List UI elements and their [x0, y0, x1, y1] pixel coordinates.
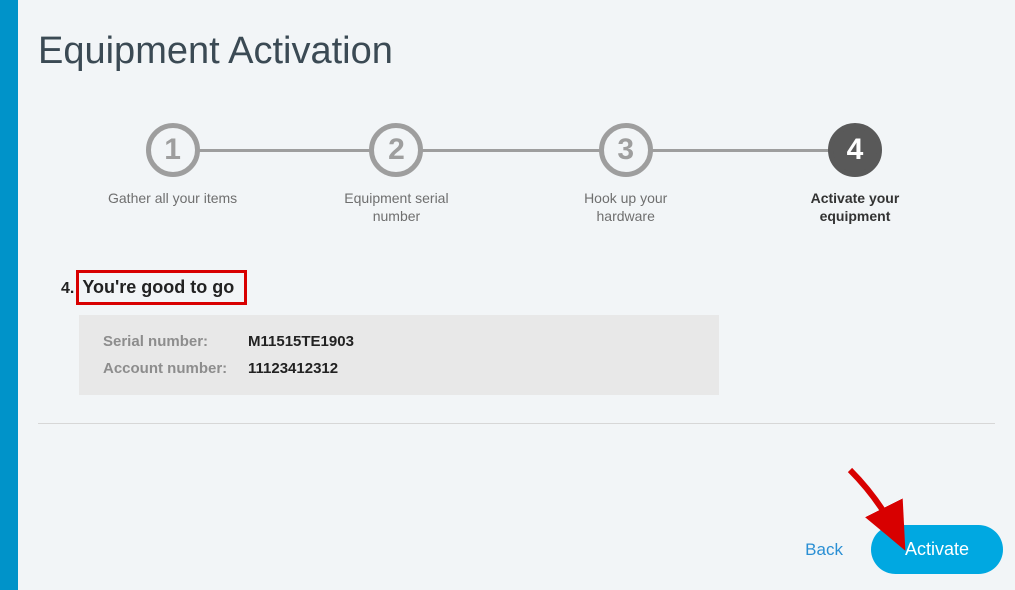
step-4-label: Activate your equipment	[785, 189, 925, 225]
step-4: 4 Activate your equipment	[785, 123, 925, 225]
section-heading-row: 4. You're good to go	[61, 270, 995, 305]
step-1-circle: 1	[146, 123, 200, 177]
section-heading: You're good to go	[76, 270, 247, 305]
account-label: Account number:	[103, 360, 248, 377]
page-container: Equipment Activation 1 Gather all your i…	[18, 0, 1015, 590]
step-1: 1 Gather all your items	[108, 123, 237, 207]
page-title: Equipment Activation	[38, 30, 995, 73]
step-indicator: 1 Gather all your items 2 Equipment seri…	[38, 123, 995, 225]
step-1-label: Gather all your items	[108, 189, 237, 207]
serial-label: Serial number:	[103, 333, 248, 350]
back-link[interactable]: Back	[805, 540, 843, 560]
account-value: 11123412312	[248, 360, 338, 377]
account-row: Account number: 11123412312	[103, 360, 695, 377]
step-3: 3 Hook up your hardware	[556, 123, 696, 225]
footer-actions: Back Activate	[805, 525, 1003, 574]
accent-bar	[0, 0, 18, 590]
step-3-label: Hook up your hardware	[556, 189, 696, 225]
step-3-circle: 3	[599, 123, 653, 177]
step-2-circle: 2	[369, 123, 423, 177]
step-2-label: Equipment serial number	[326, 189, 466, 225]
summary-box: Serial number: M11515TE1903 Account numb…	[79, 315, 719, 395]
serial-row: Serial number: M11515TE1903	[103, 333, 695, 350]
section-number: 4.	[61, 280, 74, 298]
divider	[38, 423, 995, 424]
activate-button[interactable]: Activate	[871, 525, 1003, 574]
stepper-connector	[158, 149, 875, 152]
step-2: 2 Equipment serial number	[326, 123, 466, 225]
serial-value: M11515TE1903	[248, 333, 354, 350]
step-4-circle: 4	[828, 123, 882, 177]
